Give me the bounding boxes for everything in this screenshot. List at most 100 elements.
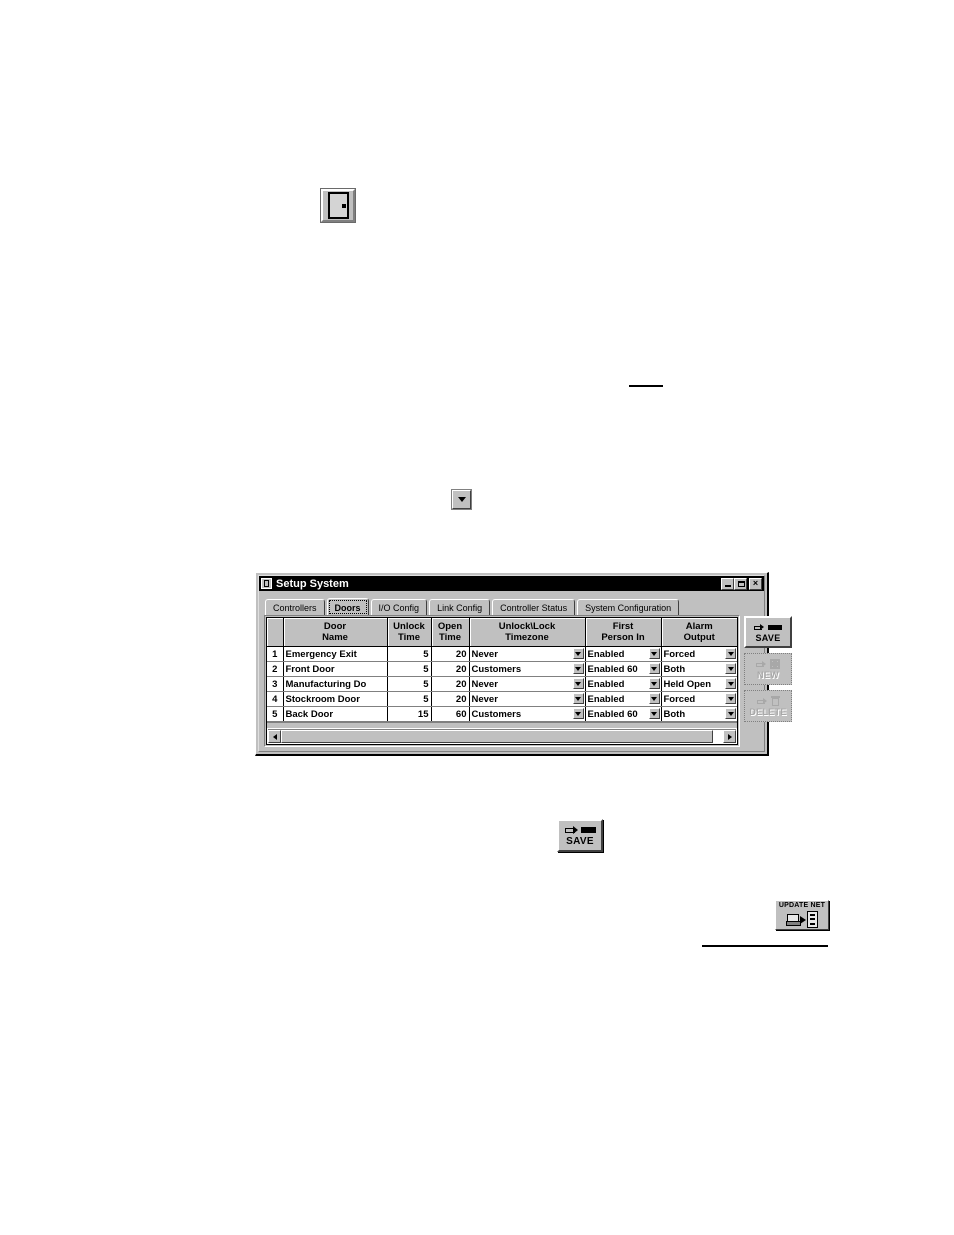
scrollbar-thumb[interactable]: [281, 730, 713, 743]
chevron-down-icon[interactable]: [725, 708, 736, 719]
cell-first-person-in[interactable]: Enabled 60: [585, 661, 662, 677]
cell-alarm-output[interactable]: Forced: [661, 646, 737, 662]
scrollbar-track[interactable]: [281, 730, 723, 743]
row-number[interactable]: 5: [267, 706, 284, 722]
chevron-down-icon[interactable]: [648, 693, 660, 704]
scrollbar-gap[interactable]: [713, 730, 723, 743]
cell-unlock-time[interactable]: 5: [387, 661, 432, 677]
table-row[interactable]: 2 Front Door 5 20 Customers Enabled 60 B…: [267, 661, 737, 677]
cell-open-time[interactable]: 20: [431, 676, 470, 692]
cell-door-name[interactable]: Manufacturing Do: [283, 676, 388, 692]
col-header-first-person-in[interactable]: First Person In: [585, 618, 662, 647]
chevron-down-icon[interactable]: [648, 708, 660, 719]
cell-unlock-time[interactable]: 5: [387, 691, 432, 707]
cell-alarm-output-value: Forced: [663, 648, 696, 660]
cell-first-person-in[interactable]: Enabled: [585, 691, 662, 707]
table-row[interactable]: 5 Back Door 15 60 Customers Enabled 60 B…: [267, 706, 737, 722]
tab-link-config[interactable]: Link Config: [429, 599, 491, 615]
tab-doors[interactable]: Doors: [326, 598, 369, 616]
cell-alarm-output[interactable]: Forced: [661, 691, 737, 707]
row-number[interactable]: 3: [267, 676, 284, 692]
col-header-unlock-time[interactable]: Unlock Time: [387, 618, 432, 647]
title-bar[interactable]: Setup System ×: [259, 576, 764, 591]
minimize-button[interactable]: [721, 577, 734, 590]
cell-alarm-output[interactable]: Both: [661, 706, 737, 722]
trash-icon: [770, 696, 780, 706]
tab-system-configuration[interactable]: System Configuration: [577, 599, 680, 615]
update-net-button-figure[interactable]: UPDATE NET: [775, 900, 829, 930]
row-number[interactable]: 4: [267, 691, 284, 707]
chevron-down-icon[interactable]: [572, 693, 584, 704]
cell-alarm-output[interactable]: Both: [661, 661, 737, 677]
cell-first-person-in[interactable]: Enabled: [585, 646, 662, 662]
horizontal-scrollbar[interactable]: [268, 729, 736, 743]
scroll-right-button[interactable]: [723, 730, 736, 743]
chevron-down-icon[interactable]: [648, 663, 660, 674]
cell-unlock-time[interactable]: 5: [387, 676, 432, 692]
col-header-alarm-l1: Alarm: [685, 621, 713, 632]
col-header-timezone[interactable]: Unlock\Lock Timezone: [469, 618, 586, 647]
chevron-down-icon[interactable]: [648, 678, 660, 689]
chevron-down-icon[interactable]: [725, 678, 736, 689]
table-row[interactable]: 4 Stockroom Door 5 20 Never Enabled Forc…: [267, 691, 737, 707]
col-header-alarm-output[interactable]: Alarm Output: [661, 618, 737, 647]
tab-io-config[interactable]: I/O Config: [370, 599, 428, 615]
maximize-button[interactable]: [734, 577, 747, 590]
cell-unlock-time[interactable]: 5: [387, 646, 432, 662]
cell-first-person-in[interactable]: Enabled 60: [585, 706, 662, 722]
new-button[interactable]: NEW: [744, 653, 792, 685]
chevron-down-icon[interactable]: [572, 708, 584, 719]
chevron-down-icon[interactable]: [572, 678, 584, 689]
row-number[interactable]: 2: [267, 661, 284, 677]
door-toolbar-icon-figure[interactable]: [321, 189, 355, 222]
tab-controllers[interactable]: Controllers: [265, 599, 325, 615]
col-header-open-time[interactable]: Open Time: [431, 618, 470, 647]
chevron-down-icon[interactable]: [648, 648, 660, 659]
table-row[interactable]: 1 Emergency Exit 5 20 Never Enabled Forc…: [267, 646, 737, 662]
cell-alarm-output[interactable]: Held Open: [661, 676, 737, 692]
save-button-figure[interactable]: SAVE: [557, 819, 603, 852]
dropdown-arrow-button-figure[interactable]: [452, 490, 471, 509]
cell-first-person-in-value: Enabled 60: [587, 708, 638, 720]
cell-first-person-in[interactable]: Enabled: [585, 676, 662, 692]
cell-timezone[interactable]: Never: [469, 691, 586, 707]
cell-timezone[interactable]: Never: [469, 676, 586, 692]
scroll-left-button[interactable]: [268, 730, 281, 743]
col-header-timezone-l1: Unlock\Lock: [498, 621, 556, 632]
cell-unlock-time[interactable]: 15: [387, 706, 432, 722]
chevron-down-icon[interactable]: [572, 648, 584, 659]
close-button[interactable]: ×: [749, 577, 762, 590]
col-header-timezone-l2: Timezone: [505, 632, 549, 643]
cell-open-time[interactable]: 20: [431, 661, 470, 677]
col-header-door-name[interactable]: Door Name: [283, 618, 388, 647]
cell-open-time[interactable]: 20: [431, 691, 470, 707]
chevron-down-icon[interactable]: [725, 663, 736, 674]
new-button-label: NEW: [757, 669, 779, 680]
table-row[interactable]: 3 Manufacturing Do 5 20 Never Enabled He…: [267, 676, 737, 692]
cell-door-name[interactable]: Emergency Exit: [283, 646, 388, 662]
cell-alarm-output-value: Both: [663, 663, 686, 675]
cell-door-name[interactable]: Front Door: [283, 661, 388, 677]
save-icon: [564, 825, 596, 836]
delete-button-label: DELETE: [749, 706, 787, 717]
cell-door-name[interactable]: Stockroom Door: [283, 691, 388, 707]
grid-icon: [770, 659, 780, 669]
chevron-down-icon[interactable]: [725, 648, 736, 659]
cell-timezone[interactable]: Never: [469, 646, 586, 662]
cell-timezone-value: Customers: [471, 708, 522, 720]
system-menu-icon[interactable]: [261, 578, 272, 589]
chevron-down-icon[interactable]: [725, 693, 736, 704]
cell-timezone[interactable]: Customers: [469, 706, 586, 722]
cell-open-time[interactable]: 60: [431, 706, 470, 722]
delete-button[interactable]: DELETE: [744, 690, 792, 722]
cell-alarm-output-value: Forced: [663, 693, 696, 705]
tab-controller-status[interactable]: Controller Status: [492, 599, 576, 615]
cell-timezone[interactable]: Customers: [469, 661, 586, 677]
save-button[interactable]: SAVE: [744, 616, 792, 648]
cell-open-time[interactable]: 20: [431, 646, 470, 662]
cell-door-name[interactable]: Back Door: [283, 706, 388, 722]
command-button-column: SAVE NEW DELETE: [744, 615, 792, 747]
chevron-down-icon[interactable]: [572, 663, 584, 674]
window-control-buttons: ×: [721, 577, 762, 590]
row-number[interactable]: 1: [267, 646, 284, 662]
